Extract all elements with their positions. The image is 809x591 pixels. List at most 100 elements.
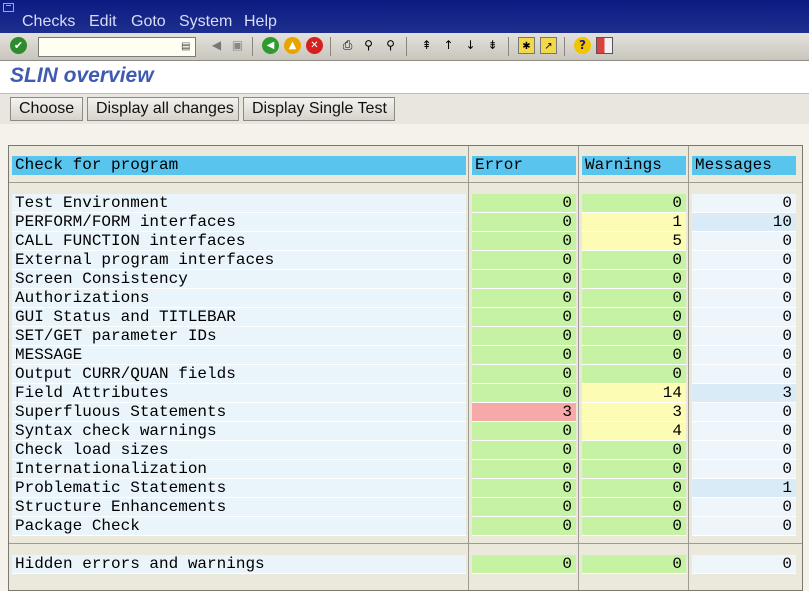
messages-count: 0 xyxy=(692,308,796,327)
warnings-count: 0 xyxy=(582,365,686,384)
warnings-count: 0 xyxy=(582,346,686,365)
hidden-messages-count: 0 xyxy=(692,555,796,574)
menu-help[interactable]: Help xyxy=(244,13,277,31)
check-name: Output CURR/QUAN fields xyxy=(12,365,466,384)
hidden-errors-label: Hidden errors and warnings xyxy=(12,555,466,574)
header-error: Error xyxy=(472,156,576,175)
error-count: 3 xyxy=(472,403,576,422)
check-name: Problematic Statements xyxy=(12,479,466,498)
help-icon[interactable]: ? xyxy=(574,37,591,54)
command-history-icon[interactable]: ▤ xyxy=(181,41,190,52)
create-session-icon[interactable]: ✱ xyxy=(518,37,535,54)
toolbar-separator xyxy=(564,37,565,56)
check-name: GUI Status and TITLEBAR xyxy=(12,308,466,327)
messages-count: 0 xyxy=(692,346,796,365)
messages-count: 0 xyxy=(692,232,796,251)
error-count: 0 xyxy=(472,327,576,346)
cancel-icon[interactable]: ✕ xyxy=(306,37,323,54)
check-name: Structure Enhancements xyxy=(12,498,466,517)
messages-count: 0 xyxy=(692,270,796,289)
print-icon[interactable]: ⎙ xyxy=(339,37,356,54)
find-next-icon[interactable]: ⚲ xyxy=(382,37,399,54)
check-name: Internationalization xyxy=(12,460,466,479)
toolbar-separator xyxy=(508,37,509,56)
find-icon[interactable]: ⚲ xyxy=(360,37,377,54)
header-warnings: Warnings xyxy=(582,156,686,175)
toolbar-separator xyxy=(252,37,253,56)
enter-icon[interactable]: ✔ xyxy=(10,37,27,54)
warnings-count: 0 xyxy=(582,479,686,498)
warnings-count: 0 xyxy=(582,327,686,346)
last-page-icon[interactable]: ⇟ xyxy=(484,37,501,54)
messages-count: 0 xyxy=(692,441,796,460)
check-name: MESSAGE xyxy=(12,346,466,365)
warnings-count: 0 xyxy=(582,289,686,308)
error-count: 0 xyxy=(472,270,576,289)
messages-count: 0 xyxy=(692,289,796,308)
messages-count: 0 xyxy=(692,422,796,441)
row-separator xyxy=(9,543,802,544)
menu-edit[interactable]: Edit xyxy=(89,13,117,31)
check-name: Check load sizes xyxy=(12,441,466,460)
error-count: 0 xyxy=(472,365,576,384)
error-count: 0 xyxy=(472,422,576,441)
messages-count: 0 xyxy=(692,251,796,270)
check-name: CALL FUNCTION interfaces xyxy=(12,232,466,251)
first-page-icon[interactable]: ⇞ xyxy=(418,37,435,54)
error-count: 0 xyxy=(472,384,576,403)
error-count: 0 xyxy=(472,460,576,479)
warnings-count: 0 xyxy=(582,441,686,460)
check-name: Test Environment xyxy=(12,194,466,213)
page-title: SLIN overview xyxy=(10,64,154,87)
menu-checks[interactable]: Checks xyxy=(22,13,75,31)
messages-count: 0 xyxy=(692,403,796,422)
error-count: 0 xyxy=(472,517,576,536)
messages-count: 1 xyxy=(692,479,796,498)
display-single-test-button[interactable]: Display Single Test xyxy=(243,97,395,121)
warnings-count: 1 xyxy=(582,213,686,232)
warnings-count: 3 xyxy=(582,403,686,422)
command-field[interactable] xyxy=(38,37,196,57)
messages-count: 3 xyxy=(692,384,796,403)
hidden-warnings-count: 0 xyxy=(582,555,686,574)
error-count: 0 xyxy=(472,441,576,460)
warnings-count: 0 xyxy=(582,517,686,536)
check-name: Field Attributes xyxy=(12,384,466,403)
messages-count: 0 xyxy=(692,365,796,384)
check-name: PERFORM/FORM interfaces xyxy=(12,213,466,232)
shortcut-icon[interactable]: ↗ xyxy=(540,37,557,54)
column-separator xyxy=(578,146,579,590)
messages-count: 10 xyxy=(692,213,796,232)
messages-count: 0 xyxy=(692,194,796,213)
display-all-changes-button[interactable]: Display all changes xyxy=(87,97,239,121)
header-check-for-program: Check for program xyxy=(12,156,466,175)
prev-page-icon[interactable]: ↑ xyxy=(440,37,457,54)
error-count: 0 xyxy=(472,213,576,232)
warnings-count: 14 xyxy=(582,384,686,403)
error-count: 0 xyxy=(472,479,576,498)
check-name: Package Check xyxy=(12,517,466,536)
check-name: Syntax check warnings xyxy=(12,422,466,441)
column-separator xyxy=(468,146,469,590)
menu-system[interactable]: System xyxy=(179,13,232,31)
collapse-icon[interactable]: ◀ xyxy=(208,37,225,54)
layout-icon[interactable] xyxy=(596,37,613,54)
system-menu-icon[interactable] xyxy=(3,3,14,12)
error-count: 0 xyxy=(472,232,576,251)
column-separator xyxy=(688,146,689,590)
messages-count: 0 xyxy=(692,460,796,479)
header-messages: Messages xyxy=(692,156,796,175)
choose-button[interactable]: Choose xyxy=(10,97,83,121)
exit-icon[interactable]: ▲ xyxy=(284,37,301,54)
error-count: 0 xyxy=(472,498,576,517)
check-name: Authorizations xyxy=(12,289,466,308)
next-page-icon[interactable]: ↓ xyxy=(462,37,479,54)
hidden-error-count: 0 xyxy=(472,555,576,574)
warnings-count: 0 xyxy=(582,194,686,213)
check-name: Superfluous Statements xyxy=(12,403,466,422)
warnings-count: 0 xyxy=(582,308,686,327)
back-icon[interactable]: ◀ xyxy=(262,37,279,54)
save-icon[interactable]: ▣ xyxy=(229,37,246,54)
error-count: 0 xyxy=(472,346,576,365)
menu-goto[interactable]: Goto xyxy=(131,13,166,31)
